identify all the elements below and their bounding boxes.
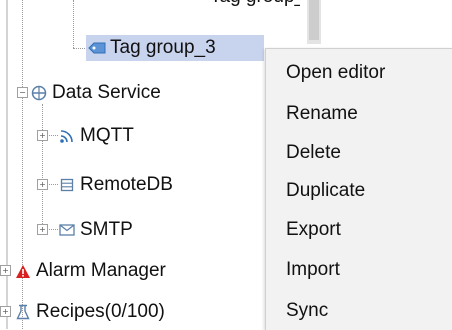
tree-item-mqtt[interactable]: MQTT [58,123,134,149]
expand-toggle-icon[interactable]: + [37,224,48,235]
expand-toggle-icon[interactable]: + [0,265,11,276]
tree-item-label: Data Service [52,82,161,103]
tree-connector-line [73,0,74,48]
tree-scrollbar-thumb[interactable] [309,0,319,40]
mqtt-signal-icon [58,127,76,145]
menu-item-delete[interactable]: Delete [286,142,341,164]
tree-connector-line [73,48,87,49]
tree-item-tag-group-2[interactable]: Tag group_2 [90,0,300,12]
database-icon [58,176,76,194]
mail-icon [58,221,76,239]
tree-item-label: RemoteDB [80,174,173,195]
data-service-icon [30,84,48,102]
menu-item-duplicate[interactable]: Duplicate [286,180,365,202]
expand-toggle-icon[interactable]: + [37,130,48,141]
tree-item-label: SMTP [80,219,133,240]
tree-item-remotedb[interactable]: RemoteDB [58,172,173,198]
tag-group-icon [88,39,106,57]
tree-left-border [6,0,8,329]
tree-item-label: Tag group_2 [210,0,300,8]
tree-connector-line [42,104,43,232]
menu-item-open-editor[interactable]: Open editor [286,62,385,84]
tree-item-recipes[interactable]: Recipes(0/100) [14,299,165,325]
expand-toggle-icon[interactable]: + [0,306,11,317]
tree-item-label: Recipes(0/100) [36,301,165,322]
tree-item-tag-group-3[interactable]: Tag group_3 [86,35,264,61]
menu-item-rename[interactable]: Rename [286,103,358,125]
alarm-warning-icon [14,262,32,280]
collapse-toggle-icon[interactable]: − [17,87,28,98]
tree-item-alarm-manager[interactable]: Alarm Manager [14,258,166,284]
recipe-flask-icon [14,303,32,321]
context-menu: Open editor Rename Delete Duplicate Expo… [265,48,452,330]
expand-toggle-icon[interactable]: + [37,179,48,190]
tree-item-label: Tag group_3 [110,37,216,58]
menu-item-sync[interactable]: Sync [286,300,328,322]
menu-item-import[interactable]: Import [286,259,340,281]
menu-item-export[interactable]: Export [286,219,341,241]
tree-item-label: MQTT [80,125,134,146]
tree-item-smtp[interactable]: SMTP [58,217,133,243]
tree-item-data-service[interactable]: Data Service [30,80,161,106]
tree-item-label: Alarm Manager [36,260,166,281]
